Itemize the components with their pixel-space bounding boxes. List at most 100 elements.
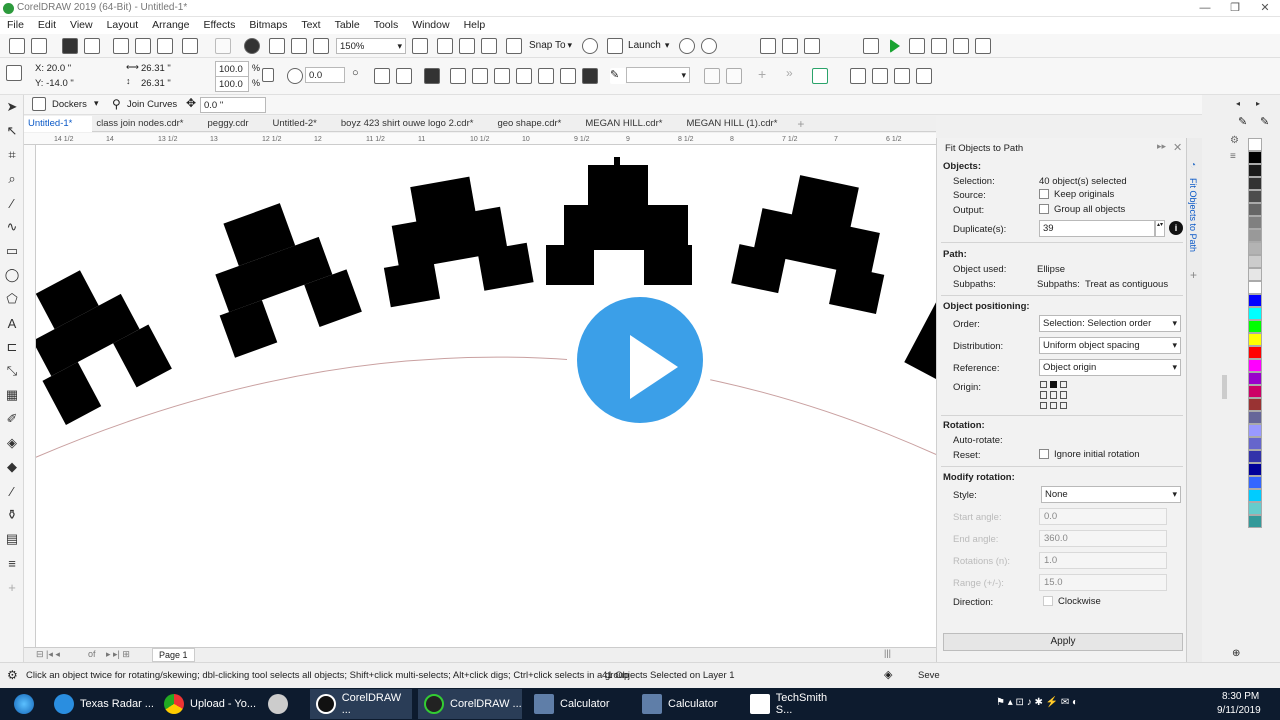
show-rulers-icon[interactable] <box>437 37 453 54</box>
palette-swatch[interactable] <box>1248 333 1262 346</box>
tab-peggy[interactable]: peggy.cdr <box>204 116 269 132</box>
undo-icon[interactable] <box>182 37 198 54</box>
y-position-field[interactable]: Y: -14.0 " <box>32 76 116 92</box>
palette-swatch[interactable] <box>1248 502 1262 515</box>
eyedropper-icon[interactable]: ✎ <box>1238 115 1247 128</box>
connector-tool-icon[interactable]: ⤡ <box>0 359 24 383</box>
range-input[interactable]: 15.0 <box>1039 574 1167 591</box>
close-docker-icon[interactable]: ✕ <box>1173 141 1182 154</box>
join-curves-icon[interactable]: ⚲ <box>112 97 121 111</box>
subpaths-mode[interactable]: Treat as contiguous <box>1085 279 1168 290</box>
menu-file[interactable]: File <box>7 17 24 34</box>
scroll-right-icon[interactable]: ▸ <box>1256 99 1260 108</box>
taskbar-item-coreldraw-1[interactable]: CorelDRAW ... <box>310 689 412 719</box>
vertical-scrollbar[interactable] <box>1222 375 1227 399</box>
minimize-icon[interactable]: — <box>1190 0 1220 17</box>
tray-icons[interactable]: ⚑ ▴ ⊡ ♪ ✱ ⚡ ✉ ◐ <box>996 697 1078 708</box>
keep-originals-checkbox[interactable]: Keep originals <box>1039 189 1114 200</box>
tab-boyz-logo[interactable]: boyz 423 shirt ouwe logo 2.cdr* <box>337 116 494 132</box>
palette-swatch[interactable] <box>1248 359 1262 372</box>
macro-edit-icon[interactable] <box>909 37 926 54</box>
height-field[interactable]: 26.31 " <box>138 76 208 92</box>
shape-tool-icon[interactable]: ↖ <box>0 119 24 143</box>
palette-swatch[interactable] <box>1248 346 1262 359</box>
mirror-horizontal-icon[interactable] <box>374 68 390 84</box>
fitted-objects[interactable] <box>36 157 936 425</box>
dockers-button[interactable]: Dockers <box>52 99 87 110</box>
chevron-down-icon[interactable]: ▾ <box>94 98 99 109</box>
x-position-field[interactable]: X: 20.0 " <box>32 61 116 77</box>
horizontal-ruler[interactable]: 14 1/2 14 13 1/2 13 12 1/2 12 11 1/2 11 10 1/2 10… <box>24 133 936 145</box>
rotate-icon[interactable] <box>287 68 303 84</box>
group-icon[interactable] <box>424 68 440 84</box>
add-docker-icon[interactable]: + <box>1190 268 1197 282</box>
offset-field[interactable]: 0.0 " <box>200 97 266 113</box>
menu-layout[interactable]: Layout <box>107 17 139 34</box>
zoom-tool-icon[interactable]: ⌕ <box>0 167 24 191</box>
clock-date[interactable]: 9/11/2019 <box>1217 705 1261 716</box>
clockwise-checkbox[interactable]: Clockwise <box>1043 596 1101 607</box>
apply-button[interactable]: Apply <box>943 633 1183 651</box>
eyedropper-icon[interactable]: ✎ <box>1260 115 1269 128</box>
dockers-icon[interactable] <box>32 97 46 111</box>
launch-icon[interactable] <box>607 37 624 54</box>
menu-window[interactable]: Window <box>412 17 449 34</box>
origin-grid[interactable] <box>1040 381 1068 409</box>
spellcheck-icon[interactable] <box>782 37 799 54</box>
add-tab-icon[interactable]: + <box>797 117 804 131</box>
interactive-fill-icon[interactable]: ◈ <box>0 431 24 455</box>
taskbar-item-techsmith[interactable]: TechSmith S... <box>744 689 846 719</box>
outline-pen-icon[interactable]: ✎ <box>610 68 626 84</box>
menu-bitmaps[interactable]: Bitmaps <box>249 17 287 34</box>
show-grid-icon[interactable] <box>459 37 475 54</box>
chevron-down-icon[interactable]: ▾ <box>568 40 573 51</box>
start-button[interactable] <box>4 689 44 719</box>
transparency-tool-icon[interactable]: ▦ <box>0 383 24 407</box>
gear-icon[interactable]: ⚙ <box>7 668 18 682</box>
outline-tool-icon[interactable]: ⁄ <box>0 479 24 503</box>
smart-fill-icon[interactable]: ◆ <box>0 455 24 479</box>
taskbar-item-app[interactable] <box>262 689 306 719</box>
taskbar-item-calculator-1[interactable]: Calculator <box>528 689 630 719</box>
pdf-icon[interactable] <box>313 37 329 54</box>
fill-indicator-icon[interactable]: ◈ <box>884 668 892 681</box>
palette-swatch[interactable] <box>1248 476 1262 489</box>
scale-y-field[interactable]: 100.0 <box>215 76 249 92</box>
break-apart-icon[interactable] <box>726 68 742 84</box>
taskbar-item-ie[interactable]: Texas Radar ... <box>48 689 154 719</box>
macro-stop-icon[interactable] <box>953 37 970 54</box>
color-styles-icon[interactable]: ≡ <box>1230 151 1236 162</box>
taskbar-item-coreldraw-2[interactable]: CorelDRAW ... <box>418 689 522 719</box>
info-icon[interactable]: i <box>1169 221 1183 235</box>
polygon-tool-icon[interactable]: ⬠ <box>0 287 24 311</box>
menu-arrange[interactable]: Arrange <box>152 17 189 34</box>
palette-swatch[interactable] <box>1248 411 1262 424</box>
object-origin-icon[interactable] <box>6 65 22 81</box>
close-icon[interactable]: ✕ <box>1250 0 1280 17</box>
cut-icon[interactable] <box>113 37 129 54</box>
pick-tool-icon[interactable]: ➤ <box>0 95 24 119</box>
trim-icon[interactable] <box>516 68 532 84</box>
tab-geo-shape[interactable]: geo shape.cdr* <box>493 116 581 132</box>
palette-swatch[interactable] <box>1248 424 1262 437</box>
palette-swatch[interactable] <box>1248 138 1262 151</box>
contour-icon[interactable] <box>812 68 828 84</box>
palette-swatch[interactable] <box>1248 255 1262 268</box>
snap-icon[interactable] <box>506 37 522 54</box>
show-guidelines-icon[interactable] <box>481 37 497 54</box>
paste-icon[interactable] <box>157 37 173 54</box>
ungroup-icon[interactable] <box>450 68 466 84</box>
shape-icon[interactable] <box>894 68 910 84</box>
menu-view[interactable]: View <box>70 17 93 34</box>
gear-icon[interactable] <box>582 37 599 54</box>
intersect-icon[interactable] <box>538 68 554 84</box>
menu-tools[interactable]: Tools <box>374 17 399 34</box>
artistic-media-icon[interactable]: ∿ <box>0 215 24 239</box>
outline-width-select[interactable] <box>626 67 690 83</box>
download-cloud-icon[interactable] <box>701 37 718 54</box>
tab-fit-objects-to-path[interactable]: Fit Objects to Path <box>1188 178 1198 252</box>
palette-swatch[interactable] <box>1248 515 1262 528</box>
open-icon[interactable] <box>31 37 47 54</box>
palette-swatch[interactable] <box>1248 190 1262 203</box>
launch-button[interactable]: Launch <box>628 40 661 51</box>
